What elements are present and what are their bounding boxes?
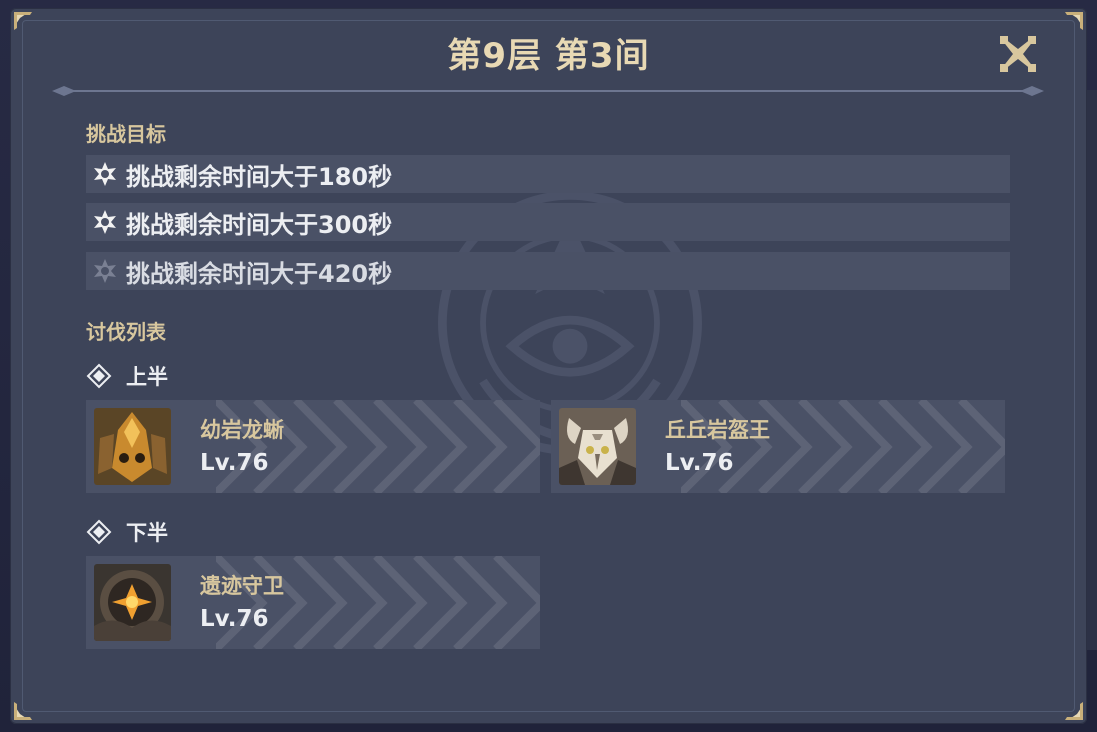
mitachurl-king-portrait-icon [559, 408, 636, 485]
enemy-level: Lv.76 [200, 450, 269, 476]
enemy-card[interactable]: 幼岩龙蜥 Lv.76 [86, 400, 540, 493]
background-edge [1087, 90, 1097, 650]
hunt-list-heading: 讨伐列表 [86, 320, 166, 344]
diamond-icon [86, 519, 112, 545]
close-icon [1000, 36, 1036, 72]
geovishap-hatchling-portrait-icon [94, 408, 171, 485]
enemy-level: Lv.76 [665, 450, 734, 476]
star-unachieved-icon [92, 258, 118, 284]
corner-ornament-icon [1059, 696, 1085, 722]
second-half-label: 下半 [126, 521, 168, 545]
second-half-header: 下半 [86, 517, 168, 547]
goal-text: 挑战剩余时间大于180秒 [126, 162, 393, 191]
ruin-guard-portrait-icon [94, 564, 171, 641]
chamber-title: 第9层 第3间 [447, 36, 650, 76]
scene: 第9层 第3间 挑战目标 挑战剩余时间大于180秒 挑战剩余时间大于300秒 挑… [0, 0, 1097, 732]
enemy-card[interactable]: 丘丘岩盔王 Lv.76 [551, 400, 1005, 493]
goal-text: 挑战剩余时间大于300秒 [126, 210, 393, 239]
goal-row: 挑战剩余时间大于180秒 [86, 155, 1010, 193]
enemy-name: 丘丘岩盔王 [665, 418, 770, 442]
enemy-name: 幼岩龙蜥 [200, 418, 284, 442]
corner-ornament-icon [12, 696, 38, 722]
enemy-level: Lv.76 [200, 606, 269, 632]
enemy-name: 遗迹守卫 [200, 574, 284, 598]
first-half-header: 上半 [86, 361, 168, 391]
goal-text: 挑战剩余时间大于420秒 [126, 259, 393, 288]
goal-row: 挑战剩余时间大于420秒 [86, 252, 1010, 290]
close-button[interactable] [998, 34, 1038, 74]
goal-row: 挑战剩余时间大于300秒 [86, 203, 1010, 241]
enemy-card[interactable]: 遗迹守卫 Lv.76 [86, 556, 540, 649]
first-half-label: 上半 [126, 365, 168, 389]
diamond-icon [86, 363, 112, 389]
title-divider [50, 83, 1046, 99]
challenge-goals-heading: 挑战目标 [86, 122, 166, 146]
star-achieved-icon [92, 161, 118, 187]
star-achieved-icon [92, 209, 118, 235]
